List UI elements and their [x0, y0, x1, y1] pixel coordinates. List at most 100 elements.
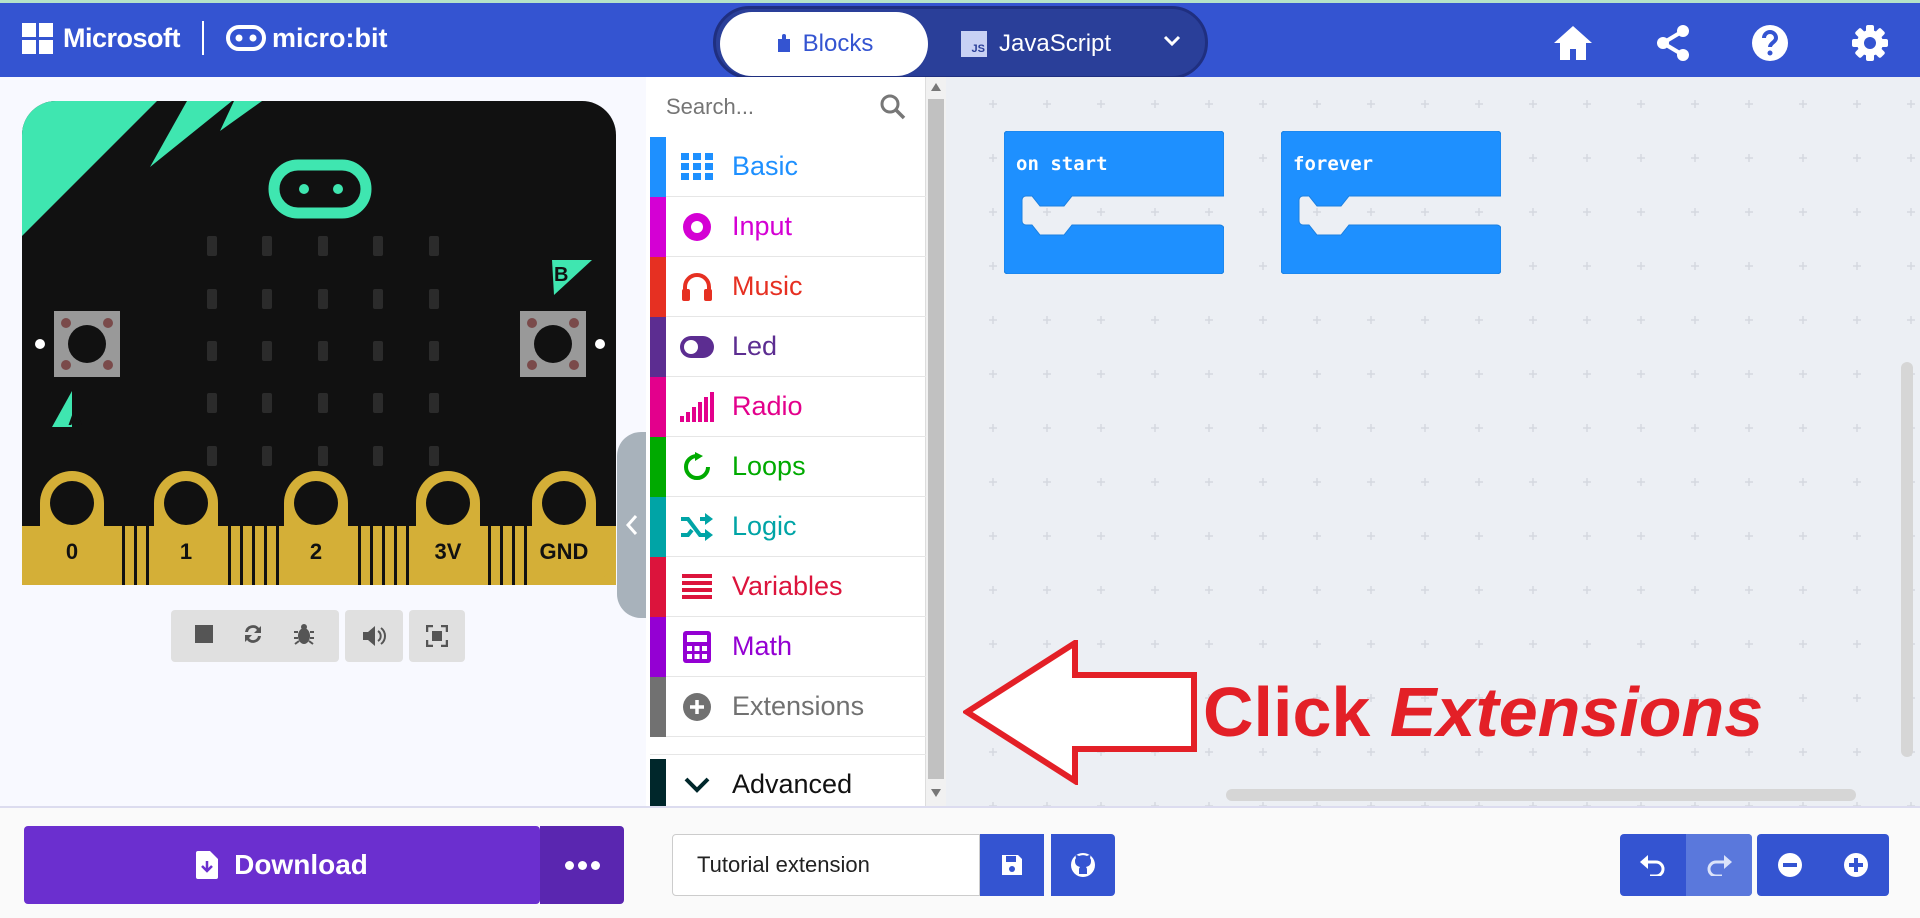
category-label: Loops [732, 451, 806, 481]
puzzle-icon [777, 34, 790, 52]
category-radio[interactable]: Radio [650, 376, 926, 437]
toolbox-search [646, 77, 926, 137]
project-name-input[interactable]: Tutorial extension [672, 834, 980, 896]
fullscreen-icon [426, 625, 448, 647]
tab-javascript[interactable]: JS JavaScript [961, 12, 1111, 76]
microsoft-logo-icon [22, 22, 53, 54]
redo-icon [1707, 855, 1732, 876]
download-more-button[interactable] [540, 826, 624, 904]
zoom-in-icon [1844, 853, 1868, 877]
download-label: Download [234, 849, 368, 880]
scroll-up-icon[interactable] [931, 83, 941, 91]
category-label: Led [732, 331, 778, 361]
category-loops[interactable]: Loops [650, 436, 926, 497]
category-extensions[interactable]: Extensions [650, 676, 926, 737]
microsoft-label: Microsoft [63, 22, 181, 53]
loop-arrow-icon [680, 450, 714, 484]
home-icon [1554, 26, 1592, 60]
workspace-horizontal-scrollbar[interactable] [1226, 789, 1856, 801]
headphones-icon [680, 270, 714, 304]
category-input[interactable]: Input [650, 196, 926, 257]
project-name-value: Tutorial extension [697, 852, 870, 877]
zoom-group [1757, 834, 1889, 896]
ellipsis-icon [564, 860, 574, 870]
undo-button[interactable] [1620, 834, 1686, 896]
zoom-out-button[interactable] [1757, 834, 1823, 896]
tab-blocks[interactable]: Blocks [720, 12, 928, 76]
save-icon [1002, 855, 1022, 875]
github-button[interactable] [1051, 834, 1115, 896]
sound-icon [363, 626, 386, 646]
category-label: Advanced [732, 769, 853, 799]
category-music[interactable]: Music [650, 256, 926, 317]
toggle-icon [680, 330, 714, 364]
fullscreen-button[interactable] [409, 610, 465, 662]
category-variables[interactable]: Variables [650, 556, 926, 617]
simulator-panel: A B 0 1 2 3V GND [0, 77, 647, 806]
zoom-out-icon [1778, 853, 1802, 877]
calculator-icon [680, 630, 714, 664]
tab-javascript-label: JavaScript [999, 30, 1112, 57]
save-button[interactable] [980, 834, 1044, 896]
microbit-simulator[interactable]: A B 0 1 2 3V GND [22, 101, 616, 585]
svg-text:1: 1 [180, 539, 192, 564]
redo-button[interactable] [1686, 834, 1752, 896]
shuffle-icon [680, 510, 714, 544]
gear-icon [1852, 25, 1888, 61]
microbit-logo: micro:bit [226, 23, 388, 54]
category-led[interactable]: Led [650, 316, 926, 377]
category-logic[interactable]: Logic [650, 496, 926, 557]
annotation-text: Click Extensions [1203, 672, 1763, 752]
language-dropdown-button[interactable] [1161, 29, 1183, 56]
svg-text:2: 2 [310, 539, 322, 564]
annotation-prefix: Click [1203, 673, 1390, 751]
svg-text:B: B [554, 264, 568, 286]
block-label: forever [1293, 153, 1374, 175]
scroll-down-icon[interactable] [931, 789, 941, 797]
microbit-face-icon [226, 25, 266, 51]
workspace-vertical-scrollbar[interactable] [1901, 362, 1913, 757]
share-button[interactable] [1651, 21, 1695, 65]
list-lines-icon [680, 570, 714, 604]
search-input[interactable] [666, 94, 866, 120]
js-icon: JS [961, 31, 987, 57]
undo-icon [1640, 855, 1665, 876]
brand[interactable]: Microsoft micro:bit [22, 21, 388, 55]
help-button[interactable] [1748, 21, 1792, 65]
forever-block[interactable]: forever [1280, 130, 1502, 275]
plus-circle-icon [680, 690, 714, 724]
sound-button[interactable] [345, 610, 403, 662]
svg-text:A: A [68, 408, 82, 430]
top-bar: Microsoft micro:bit Blocks JS JavaScript [0, 0, 1920, 79]
zoom-in-button[interactable] [1823, 834, 1889, 896]
category-label: Extensions [732, 691, 865, 721]
share-icon [1657, 25, 1689, 61]
debug-button[interactable] [292, 622, 316, 651]
bottom-bar: Download Tutorial extension [0, 806, 1920, 918]
home-button[interactable] [1551, 21, 1595, 65]
chevron-down-icon [1163, 35, 1181, 47]
category-math[interactable]: Math [650, 616, 926, 677]
brand-divider [202, 21, 204, 55]
help-icon [1752, 25, 1788, 61]
collapse-simulator-button[interactable] [617, 432, 647, 618]
undo-redo-group [1620, 834, 1752, 896]
search-icon[interactable] [880, 94, 906, 120]
chevron-left-icon [625, 515, 638, 535]
block-label: on start [1016, 153, 1108, 175]
category-label: Basic [732, 151, 799, 181]
toolbox-scroll-thumb[interactable] [928, 99, 944, 779]
download-button[interactable]: Download [24, 826, 540, 904]
sim-main-controls [171, 610, 339, 662]
debug-icon [293, 623, 314, 645]
restart-button[interactable] [241, 622, 265, 651]
microbit-label: micro:bit [272, 22, 388, 53]
toolbox: Basic Input Music Led [646, 77, 926, 811]
stop-button[interactable] [194, 624, 214, 649]
chevron-down-icon [680, 768, 714, 802]
on-start-block[interactable]: on start [1003, 130, 1225, 275]
settings-button[interactable] [1848, 21, 1892, 65]
toolbox-scrollbar[interactable] [926, 77, 946, 806]
category-advanced[interactable]: Advanced [650, 754, 926, 814]
category-basic[interactable]: Basic [650, 136, 926, 197]
